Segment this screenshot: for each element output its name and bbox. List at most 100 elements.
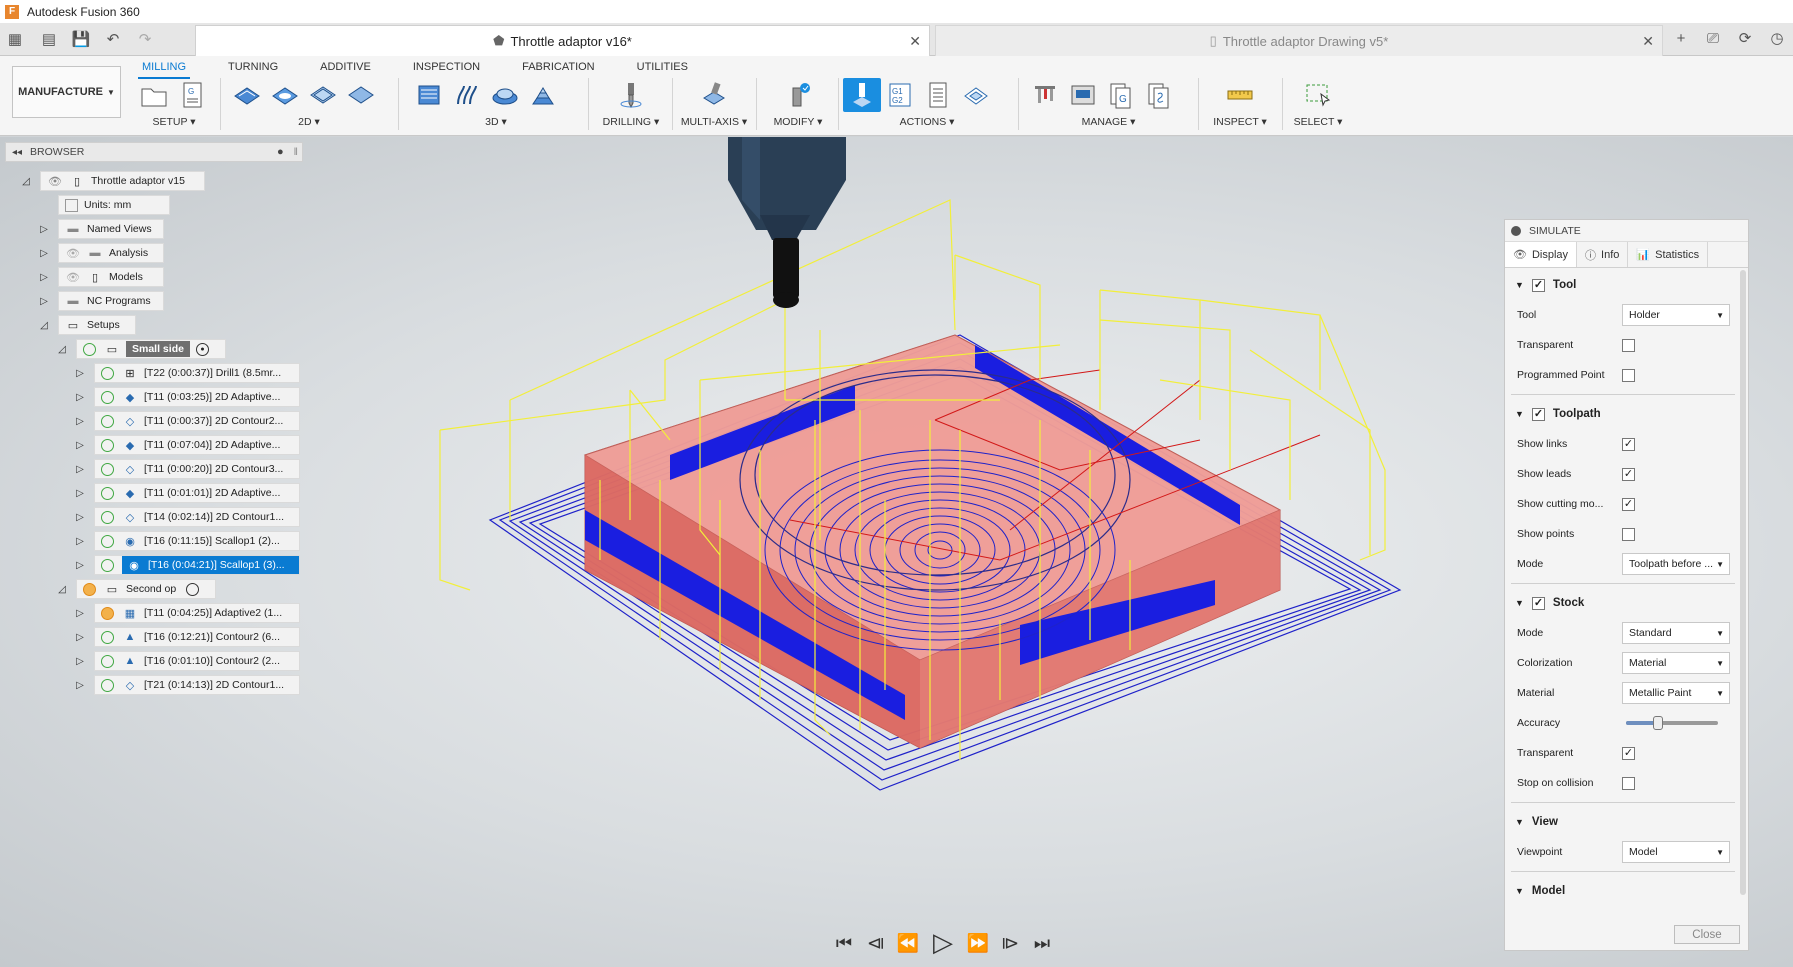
tree-row-operation[interactable]: ▷ ◇ [T14 (0:02:14)] 2D Contour1... <box>74 507 300 527</box>
group-label-3d[interactable]: 3D ▾ <box>410 116 582 128</box>
tool-display-dropdown[interactable]: Holder ▼ <box>1622 304 1730 326</box>
expand-triangle-icon[interactable]: ▷ <box>74 367 86 379</box>
tree-row-operation[interactable]: ▷ ◇ [T21 (0:14:13)] 2D Contour1... <box>74 675 300 695</box>
setup-sheet-icon[interactable]: G <box>173 78 211 112</box>
expand-triangle-icon[interactable]: ◿ <box>20 175 32 187</box>
tree-row-operation[interactable]: ▷ ◆ [T11 (0:01:01)] 2D Adaptive... <box>74 483 300 503</box>
resize-handle-icon[interactable]: ‖ <box>294 146 298 158</box>
eye-hidden-icon[interactable]: 👁 <box>65 245 81 261</box>
collapse-panel-icon[interactable]: ◂◂ <box>12 147 22 158</box>
2d-contour-icon[interactable] <box>304 78 342 112</box>
2d-face-icon[interactable] <box>342 78 380 112</box>
collapse-triangle-icon[interactable]: ▼ <box>1515 886 1524 896</box>
3d-parallel-icon[interactable] <box>448 78 486 112</box>
previous-operation-icon[interactable]: ⧏ <box>860 928 892 958</box>
undo-icon[interactable]: ↶ <box>100 26 126 52</box>
browser-options-icon[interactable]: ● <box>277 146 284 158</box>
expand-triangle-icon[interactable]: ▷ <box>74 391 86 403</box>
redo-icon[interactable]: ↷ <box>132 26 158 52</box>
accuracy-slider[interactable] <box>1626 716 1718 730</box>
expand-triangle-icon[interactable]: ◿ <box>38 319 50 331</box>
template-library-icon[interactable] <box>1140 78 1178 112</box>
expand-triangle-icon[interactable]: ▷ <box>38 247 50 259</box>
expand-triangle-icon[interactable]: ◿ <box>56 583 68 595</box>
expand-triangle-icon[interactable]: ▷ <box>38 271 50 283</box>
modify-tool-icon[interactable] <box>779 78 817 112</box>
group-label-drilling[interactable]: DRILLING ▾ <box>596 116 666 128</box>
tree-row-setups[interactable]: ◿ ▭ Setups <box>38 315 136 335</box>
tree-row-operation[interactable]: ▷ ◉ [T16 (0:11:15)] Scallop1 (2)... <box>74 531 300 551</box>
colorization-dropdown[interactable]: Material ▼ <box>1622 652 1730 674</box>
close-tab-icon[interactable]: ✕ <box>1642 33 1654 50</box>
tab-info[interactable]: ⓘ Info <box>1577 242 1629 267</box>
expand-triangle-icon[interactable]: ▷ <box>74 607 86 619</box>
expand-triangle-icon[interactable]: ▷ <box>74 511 86 523</box>
expand-triangle-icon[interactable]: ▷ <box>74 559 86 571</box>
skip-to-end-icon[interactable]: ⏭ <box>1026 928 1058 958</box>
eye-icon[interactable]: 👁 <box>47 173 63 189</box>
file-menu-icon[interactable]: ▤ <box>36 26 62 52</box>
group-label-actions[interactable]: ACTIONS ▾ <box>843 116 1011 128</box>
expand-triangle-icon[interactable]: ▷ <box>74 439 86 451</box>
setup-folder-icon[interactable] <box>135 78 173 112</box>
tree-row-operation[interactable]: ▷ ▲ [T16 (0:01:10)] Contour2 (2... <box>74 651 300 671</box>
play-icon[interactable]: ▷ <box>924 928 962 958</box>
expand-triangle-icon[interactable]: ▷ <box>38 295 50 307</box>
collapse-triangle-icon[interactable]: ▼ <box>1515 598 1524 608</box>
toolpath-mode-dropdown[interactable]: Toolpath before ... ▼ <box>1622 553 1730 575</box>
select-box-icon[interactable] <box>1299 78 1337 112</box>
tool-enabled-checkbox[interactable]: ✓ <box>1531 278 1545 292</box>
section-view[interactable]: ▼ View <box>1505 807 1741 837</box>
generate-icon[interactable] <box>957 78 995 112</box>
inactive-setup-radio-icon[interactable] <box>186 582 200 596</box>
tab-throttle-drawing[interactable]: ▯ Throttle adaptor Drawing v5* ✕ <box>935 25 1663 56</box>
show-links-checkbox[interactable]: ✓ <box>1622 437 1635 451</box>
tree-row-nc-programs[interactable]: ▷ ▬ NC Programs <box>38 291 164 311</box>
tree-row-operation[interactable]: ▷ ▲ [T16 (0:12:21)] Contour2 (6... <box>74 627 300 647</box>
tree-row-operation[interactable]: ▷ ◆ [T11 (0:03:25)] 2D Adaptive... <box>74 387 300 407</box>
group-label-select[interactable]: SELECT ▾ <box>1286 116 1350 128</box>
group-label-multi-axis[interactable]: MULTI-AXIS ▾ <box>678 116 750 128</box>
refresh-icon[interactable]: ⟳ <box>1729 25 1761 51</box>
group-label-manage[interactable]: MANAGE ▾ <box>1026 116 1191 128</box>
collapse-triangle-icon[interactable]: ▼ <box>1515 409 1524 419</box>
expand-triangle-icon[interactable]: ▷ <box>74 487 86 499</box>
section-model[interactable]: ▼ Model <box>1505 876 1741 906</box>
post-library-icon[interactable]: G <box>1102 78 1140 112</box>
tree-row-operation[interactable]: ▷ ◇ [T11 (0:00:20)] 2D Contour3... <box>74 459 300 479</box>
collapse-triangle-icon[interactable]: ▼ <box>1515 817 1524 827</box>
new-tab-icon[interactable]: + <box>1665 25 1697 51</box>
expand-triangle-icon[interactable]: ▷ <box>74 463 86 475</box>
group-label-modify[interactable]: MODIFY ▾ <box>764 116 832 128</box>
material-dropdown[interactable]: Metallic Paint ▼ <box>1622 682 1730 704</box>
collapse-triangle-icon[interactable]: ▼ <box>1515 280 1524 290</box>
stock-transparent-checkbox[interactable]: ✓ <box>1622 746 1635 760</box>
group-label-2d[interactable]: 2D ▾ <box>228 116 390 128</box>
close-tab-icon[interactable]: ✕ <box>909 33 921 50</box>
group-label-inspect[interactable]: INSPECT ▾ <box>1204 116 1276 128</box>
expand-triangle-icon[interactable]: ▷ <box>38 223 50 235</box>
tool-transparent-checkbox[interactable] <box>1622 338 1635 352</box>
expand-triangle-icon[interactable]: ▷ <box>74 655 86 667</box>
tree-row-small-side[interactable]: ◿ ▭ Small side ● <box>56 339 226 359</box>
drill-icon[interactable] <box>612 78 650 112</box>
tab-display[interactable]: 👁 Display <box>1505 242 1578 267</box>
browser-header[interactable]: ◂◂ BROWSER ● ‖ <box>5 142 303 162</box>
skip-to-start-icon[interactable]: ⏮ <box>828 928 860 958</box>
stop-on-collision-checkbox[interactable] <box>1622 776 1635 790</box>
tree-row-operation-selected[interactable]: ▷ ◉ [T16 (0:04:21)] Scallop1 (3)... <box>74 555 300 575</box>
eye-hidden-icon[interactable]: 👁 <box>65 269 81 285</box>
group-label-setup[interactable]: SETUP ▾ <box>135 116 213 128</box>
2d-pocket-icon[interactable] <box>266 78 304 112</box>
section-tool[interactable]: ▼ ✓ Tool <box>1505 270 1741 300</box>
tool-library-icon[interactable] <box>1026 78 1064 112</box>
tree-row-operation[interactable]: ▷ ◇ [T11 (0:00:37)] 2D Contour2... <box>74 411 300 431</box>
3d-scallop-icon[interactable] <box>486 78 524 112</box>
viewpoint-dropdown[interactable]: Model ▼ <box>1622 841 1730 863</box>
job-status-icon[interactable]: ⎚ <box>1697 25 1729 51</box>
setup-sheet-doc-icon[interactable] <box>919 78 957 112</box>
expand-triangle-icon[interactable]: ◿ <box>56 343 68 355</box>
simulate-icon[interactable] <box>843 78 881 112</box>
show-leads-checkbox[interactable]: ✓ <box>1622 467 1635 481</box>
expand-triangle-icon[interactable]: ▷ <box>74 535 86 547</box>
